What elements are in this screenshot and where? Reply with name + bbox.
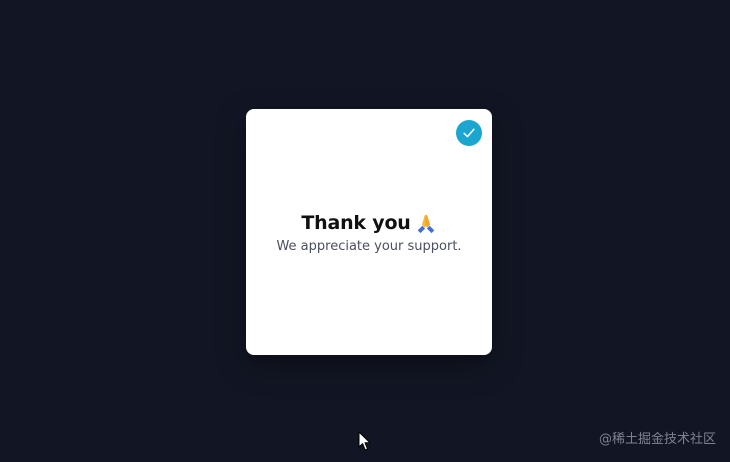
screen: Thank you We appreciate your support. @稀… [0,0,730,462]
dialog-title: Thank you [301,212,411,234]
thank-you-dialog: Thank you We appreciate your support. [246,109,492,355]
check-icon [463,128,475,138]
title-row: Thank you [246,209,492,237]
watermark-text: @稀土掘金技术社区 [598,432,716,447]
success-badge [456,120,482,146]
dialog-message: We appreciate your support. [276,239,462,254]
dialog-content: Thank you We appreciate your support. [246,209,492,254]
folded-hands-icon [417,214,434,234]
mouse-pointer-icon [358,431,371,451]
